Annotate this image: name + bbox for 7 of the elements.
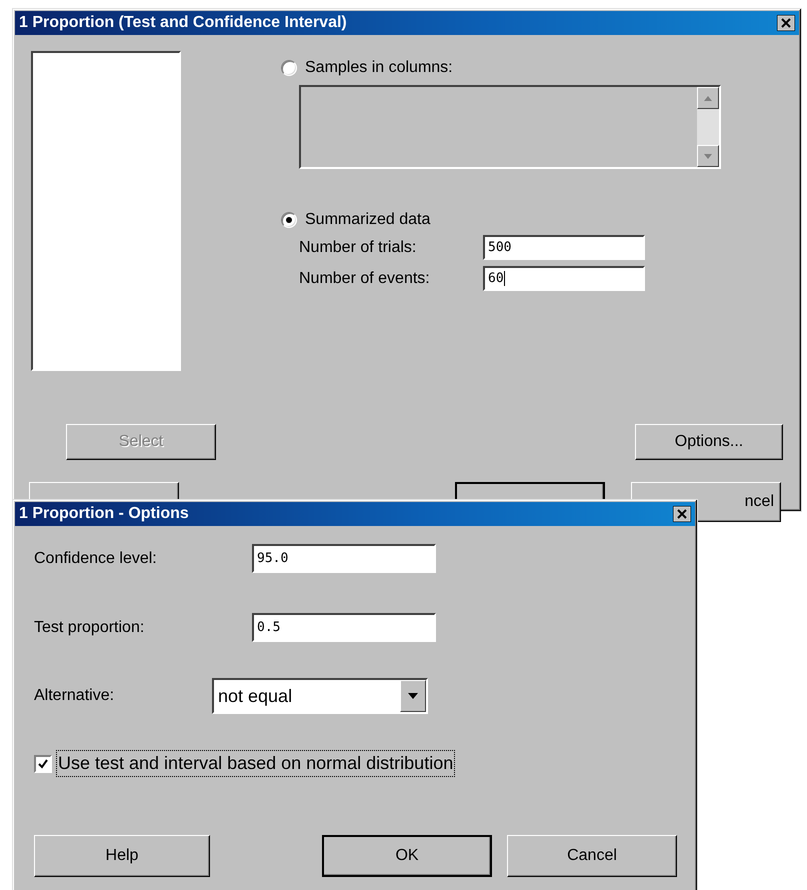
field-label: Number of trials: bbox=[299, 238, 418, 256]
field-label: Test proportion: bbox=[34, 618, 146, 636]
field-label: Alternative: bbox=[34, 687, 116, 705]
field-label: Confidence level: bbox=[34, 550, 158, 568]
window-title: 1 Proportion (Test and Confidence Interval) bbox=[19, 14, 347, 32]
field-label: Number of events: bbox=[299, 270, 431, 288]
window-title: 1 Proportion - Options bbox=[19, 505, 189, 523]
